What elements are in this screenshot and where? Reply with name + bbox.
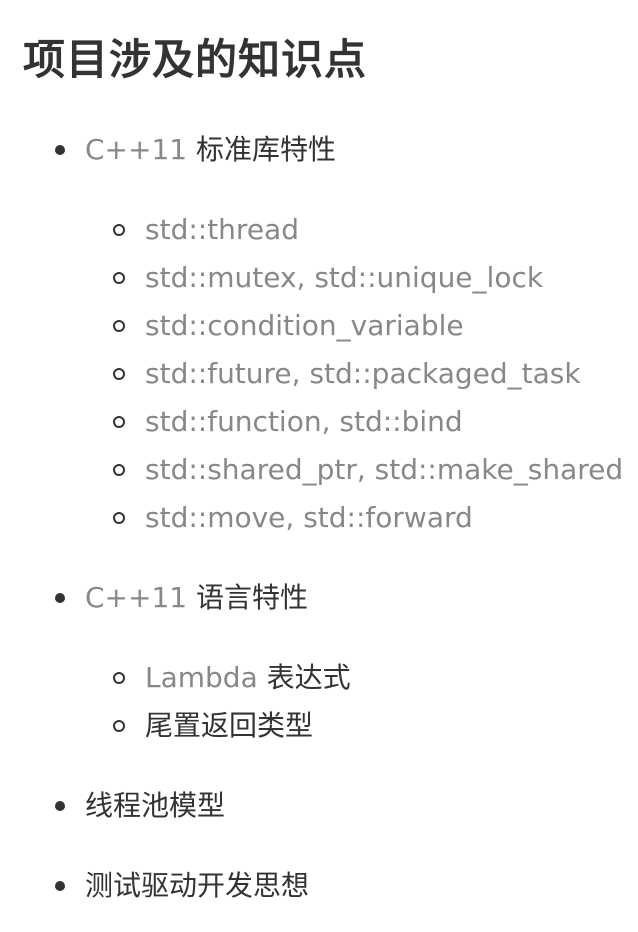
sub-list-item-label: 尾置返回类型 xyxy=(145,709,314,742)
sub-list-item-text: std::function, std::bind xyxy=(145,405,463,438)
sub-list-item-text: Lambda 表达式 xyxy=(145,658,351,698)
disc-bullet-icon xyxy=(55,881,65,891)
circle-bullet-icon xyxy=(113,368,125,380)
list-item-text: C++11 标准库特性 xyxy=(85,130,336,170)
list-item-prefix: C++11 xyxy=(85,581,188,614)
document-page: 项目涉及的知识点 C++11 标准库特性 std::thread std::mu… xyxy=(0,0,638,932)
circle-bullet-icon xyxy=(113,320,125,332)
list-item-text: C++11 语言特性 xyxy=(85,578,308,618)
sub-list-item-text: std::mutex, std::unique_lock xyxy=(145,261,544,294)
sub-list-item-text: std::future, std::packaged_task xyxy=(145,357,581,390)
circle-bullet-icon xyxy=(113,512,125,524)
disc-bullet-icon xyxy=(55,801,65,811)
list-item-label: 语言特性 xyxy=(196,581,309,614)
list-item-prefix: C++11 xyxy=(85,133,188,166)
list-item-label: 线程池模型 xyxy=(85,789,226,822)
sub-list-item-text: std::shared_ptr, std::make_shared xyxy=(145,453,624,486)
page-title: 项目涉及的知识点 xyxy=(23,35,368,84)
sub-list-item-label: 表达式 xyxy=(266,661,351,694)
sub-list-item-text: std::move, std::forward xyxy=(145,501,473,534)
disc-bullet-icon xyxy=(55,593,65,603)
disc-bullet-icon xyxy=(55,145,65,155)
sub-list-item-text: std::condition_variable xyxy=(145,309,464,342)
list-item-label: 测试驱动开发思想 xyxy=(85,869,310,902)
circle-bullet-icon xyxy=(113,672,125,684)
circle-bullet-icon xyxy=(113,416,125,428)
circle-bullet-icon xyxy=(113,272,125,284)
list-item-label: 标准库特性 xyxy=(196,133,337,166)
sub-list-item-prefix: Lambda xyxy=(145,661,258,694)
circle-bullet-icon xyxy=(113,464,125,476)
sub-list-item-text: std::thread xyxy=(145,213,299,246)
circle-bullet-icon xyxy=(113,720,125,732)
circle-bullet-icon xyxy=(113,224,125,236)
